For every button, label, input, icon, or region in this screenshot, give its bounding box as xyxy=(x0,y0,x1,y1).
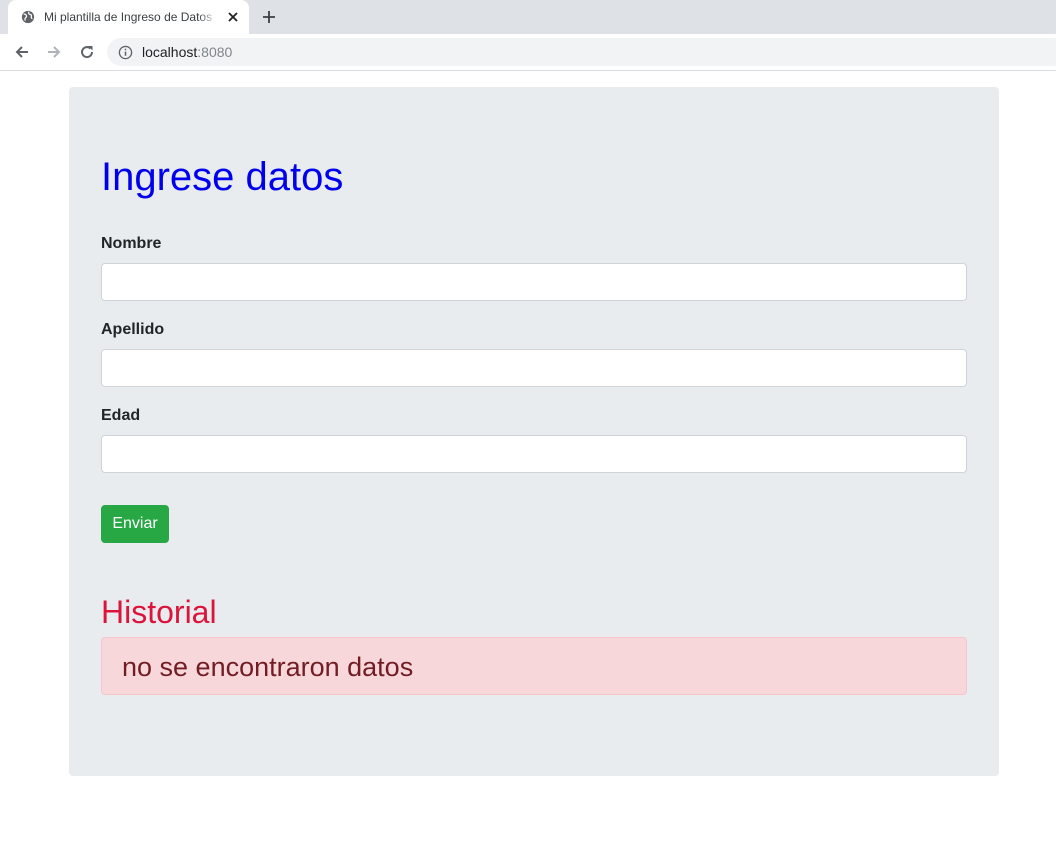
history-title: Historial xyxy=(101,594,217,630)
url-host: localhost xyxy=(142,44,198,60)
browser-tab[interactable]: Mi plantilla de Ingreso de Datos xyxy=(8,0,249,34)
url-text: localhost:8080 xyxy=(142,44,232,60)
globe-icon xyxy=(21,10,35,24)
apellido-label: Apellido xyxy=(101,321,165,338)
url-port: :8080 xyxy=(197,44,233,60)
plus-icon[interactable] xyxy=(259,7,279,27)
tab-title-fade xyxy=(198,8,218,26)
back-arrow-icon[interactable] xyxy=(12,42,32,62)
close-icon[interactable] xyxy=(224,8,242,26)
empty-history-alert: no se encontraron datos xyxy=(101,637,967,695)
edad-input[interactable] xyxy=(101,435,967,473)
reload-icon[interactable] xyxy=(77,42,97,62)
forward-arrow-icon[interactable] xyxy=(44,42,64,62)
page-title: Ingrese datos xyxy=(101,155,344,199)
info-icon[interactable] xyxy=(118,45,133,60)
edad-label: Edad xyxy=(101,407,141,424)
apellido-input[interactable] xyxy=(101,349,967,387)
browser-toolbar: localhost:8080 xyxy=(0,34,1056,71)
nombre-input[interactable] xyxy=(101,263,967,301)
submit-button[interactable]: Enviar xyxy=(101,505,169,543)
form-panel: Ingrese datos Nombre Apellido Edad Envia… xyxy=(69,87,999,776)
address-bar[interactable]: localhost:8080 xyxy=(107,38,1056,66)
tab-strip: Mi plantilla de Ingreso de Datos xyxy=(0,0,1056,34)
tab-title: Mi plantilla de Ingreso de Datos xyxy=(44,10,213,24)
empty-history-message: no se encontraron datos xyxy=(122,652,414,682)
nombre-label: Nombre xyxy=(101,235,162,252)
